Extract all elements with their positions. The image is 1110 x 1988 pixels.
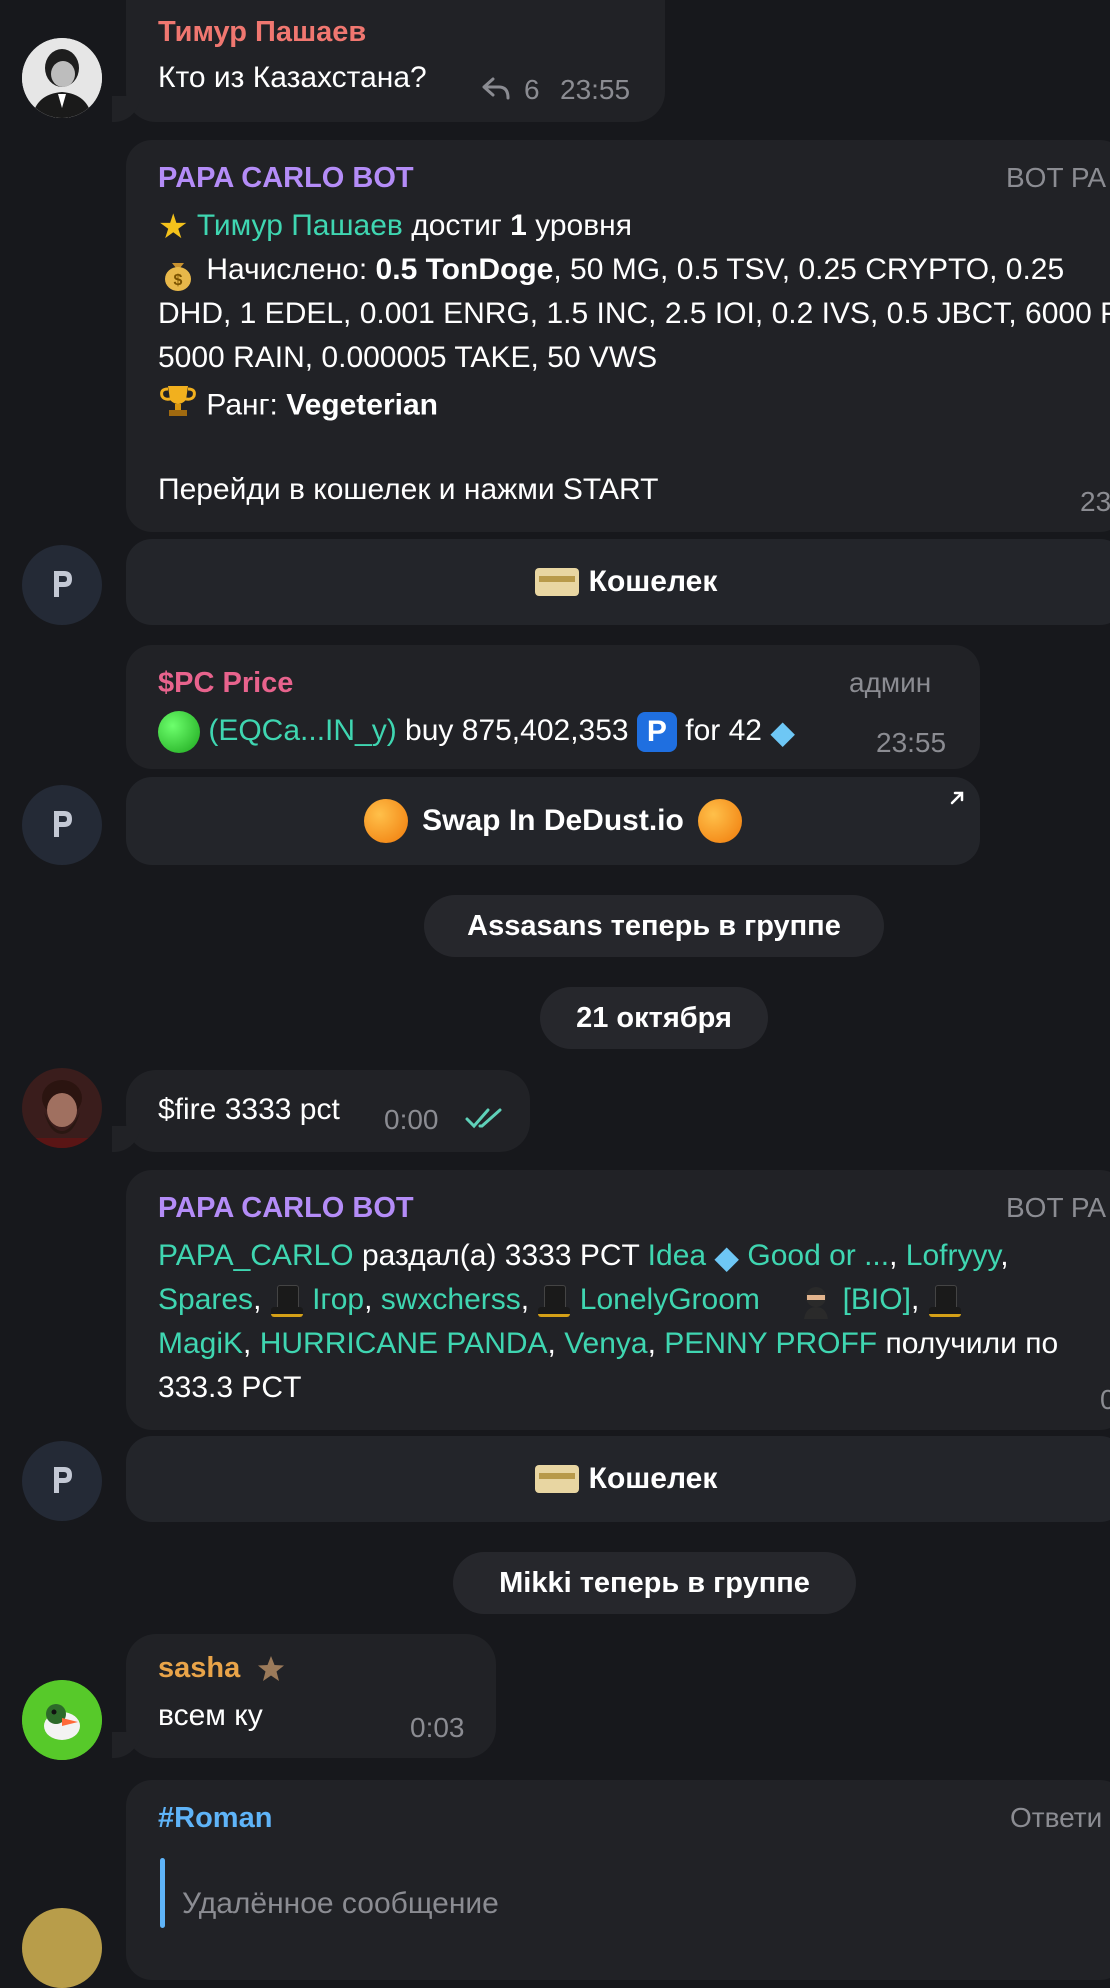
sender-name[interactable]: PAPA CARLO BOT <box>158 1192 414 1225</box>
reward-line-3: 5000 RAIN, 0.000005 TAKE, 50 VWS <box>158 341 658 374</box>
top-hat-emoji <box>537 1283 571 1319</box>
date-separator: 21 октября <box>540 987 768 1049</box>
sender-name[interactable]: sasha <box>158 1652 240 1685</box>
avatar-user-fire[interactable] <box>22 1068 102 1148</box>
sender-role: BOT PA <box>1006 162 1107 193</box>
message-time: 23:55 <box>560 74 631 105</box>
star-emoji: ★ <box>158 208 189 247</box>
sender-name[interactable]: $PC Price <box>158 667 293 700</box>
avatar-sasha[interactable] <box>22 1680 102 1760</box>
reward-line-2: DHD, 1 EDEL, 0.001 ENRG, 1.5 INC, 2.5 IO… <box>158 297 1110 330</box>
credit-card-emoji <box>534 568 579 596</box>
avatar-roman[interactable] <box>22 1908 102 1988</box>
level-line: ★ Тимур Пашаев достиг 1 уровня <box>158 204 632 249</box>
avatar-papa-carlo-bot[interactable] <box>22 1441 102 1521</box>
rank-line: Ранг: Vegeterian <box>158 380 438 433</box>
service-message-joined: Mikki теперь в группе <box>453 1552 856 1614</box>
sender-role: админ <box>849 667 932 698</box>
address-link[interactable]: (EQCa...IN_y) <box>208 714 396 747</box>
message-text: всем ку <box>158 1699 263 1732</box>
distribution-line-2: Spares, Ігор, swxcherss, LonelyGroom [BI… <box>158 1278 962 1322</box>
reply-icon[interactable] <box>481 76 511 102</box>
message-bubble-timur[interactable]: Тимур Пашаев Кто из Казахстана? 6 23:55 <box>112 0 665 122</box>
wallet-button[interactable]: Кошелек <box>126 1436 1110 1522</box>
double-check-icon <box>465 1108 502 1129</box>
message-bubble-sasha[interactable]: sasha всем ку 0:03 <box>112 1634 496 1758</box>
message-bubble-roman[interactable]: #Roman Ответи Удалённое сообщение <box>126 1780 1110 1980</box>
swap-dedust-button[interactable]: Swap In DeDust.io <box>126 777 980 865</box>
message-text: $fire 3333 pct <box>158 1093 340 1126</box>
wallet-button[interactable]: Кошелек <box>126 539 1110 625</box>
diamond-emoji: ◆ <box>714 1239 740 1276</box>
message-bubble-bot-level[interactable]: PAPA CARLO BOT BOT PA ★ Тимур Пашаев дос… <box>126 140 1110 532</box>
message-time: 23 <box>1080 486 1110 517</box>
avatar-pc-price[interactable] <box>22 785 102 865</box>
message-time: 0:03 <box>410 1712 465 1743</box>
sender-role: Ответи <box>1010 1802 1103 1833</box>
trophy-emoji <box>158 380 198 433</box>
reply-quote[interactable] <box>160 1858 165 1928</box>
svg-text:$: $ <box>174 272 183 289</box>
reply-count[interactable]: 6 <box>524 74 540 106</box>
money-bag-emoji: $ <box>158 253 198 292</box>
avatar-timur[interactable] <box>22 38 102 118</box>
p-button-emoji: P <box>636 712 677 753</box>
top-hat-emoji <box>270 1283 304 1319</box>
admin-star-icon <box>258 1656 284 1681</box>
sender-role: BOT PA <box>1006 1192 1107 1223</box>
message-time: 0 <box>1100 1384 1110 1415</box>
distribution-line-3: MagiK, HURRICANE PANDA, Venya, PENNY PRO… <box>158 1327 1059 1360</box>
trade-line: (EQCa...IN_y) buy 875,402,353 P for 42 ◆ <box>158 709 795 754</box>
avatar-papa-carlo-bot[interactable] <box>22 545 102 625</box>
ninja-emoji <box>798 1283 834 1320</box>
distribution-line-1: PAPA_CARLO раздал(а) 3333 PCT Idea ◆ Goo… <box>158 1234 1009 1279</box>
message-bubble-fire[interactable]: $fire 3333 pct 0:00 <box>112 1070 530 1152</box>
green-circle-emoji <box>158 711 200 754</box>
top-hat-emoji <box>928 1283 962 1319</box>
message-text: Кто из Казахстана? <box>158 61 427 94</box>
service-message-joined: Assasans теперь в группе <box>424 895 884 957</box>
message-bubble-bot-distribution[interactable]: PAPA CARLO BOT BOT PA PAPA_CARLO раздал(… <box>126 1170 1110 1430</box>
user-mention[interactable]: Тимур Пашаев <box>197 209 403 242</box>
message-bubble-pc-price[interactable]: $PC Price админ (EQCa...IN_y) buy 875,40… <box>126 645 980 769</box>
orange-circle-emoji <box>364 799 409 843</box>
reward-line: $ Начислено: 0.5 TonDoge, 50 MG, 0.5 TSV… <box>158 248 1064 292</box>
sender-name[interactable]: PAPA CARLO BOT <box>158 162 414 195</box>
message-time: 23:55 <box>876 727 947 758</box>
message-time: 0:00 <box>384 1104 439 1135</box>
sender-name[interactable]: #Roman <box>158 1802 272 1835</box>
instruction-line: Перейди в кошелек и нажми START <box>158 473 659 506</box>
orange-circle-emoji <box>697 799 742 843</box>
diamond-emoji: ◆ <box>770 714 795 751</box>
external-link-icon <box>950 791 964 805</box>
quoted-deleted-message: Удалённое сообщение <box>182 1887 499 1920</box>
sender-name[interactable]: Тимур Пашаев <box>158 16 366 49</box>
distribution-line-4: 333.3 PCT <box>158 1371 302 1404</box>
credit-card-emoji <box>534 1465 579 1493</box>
